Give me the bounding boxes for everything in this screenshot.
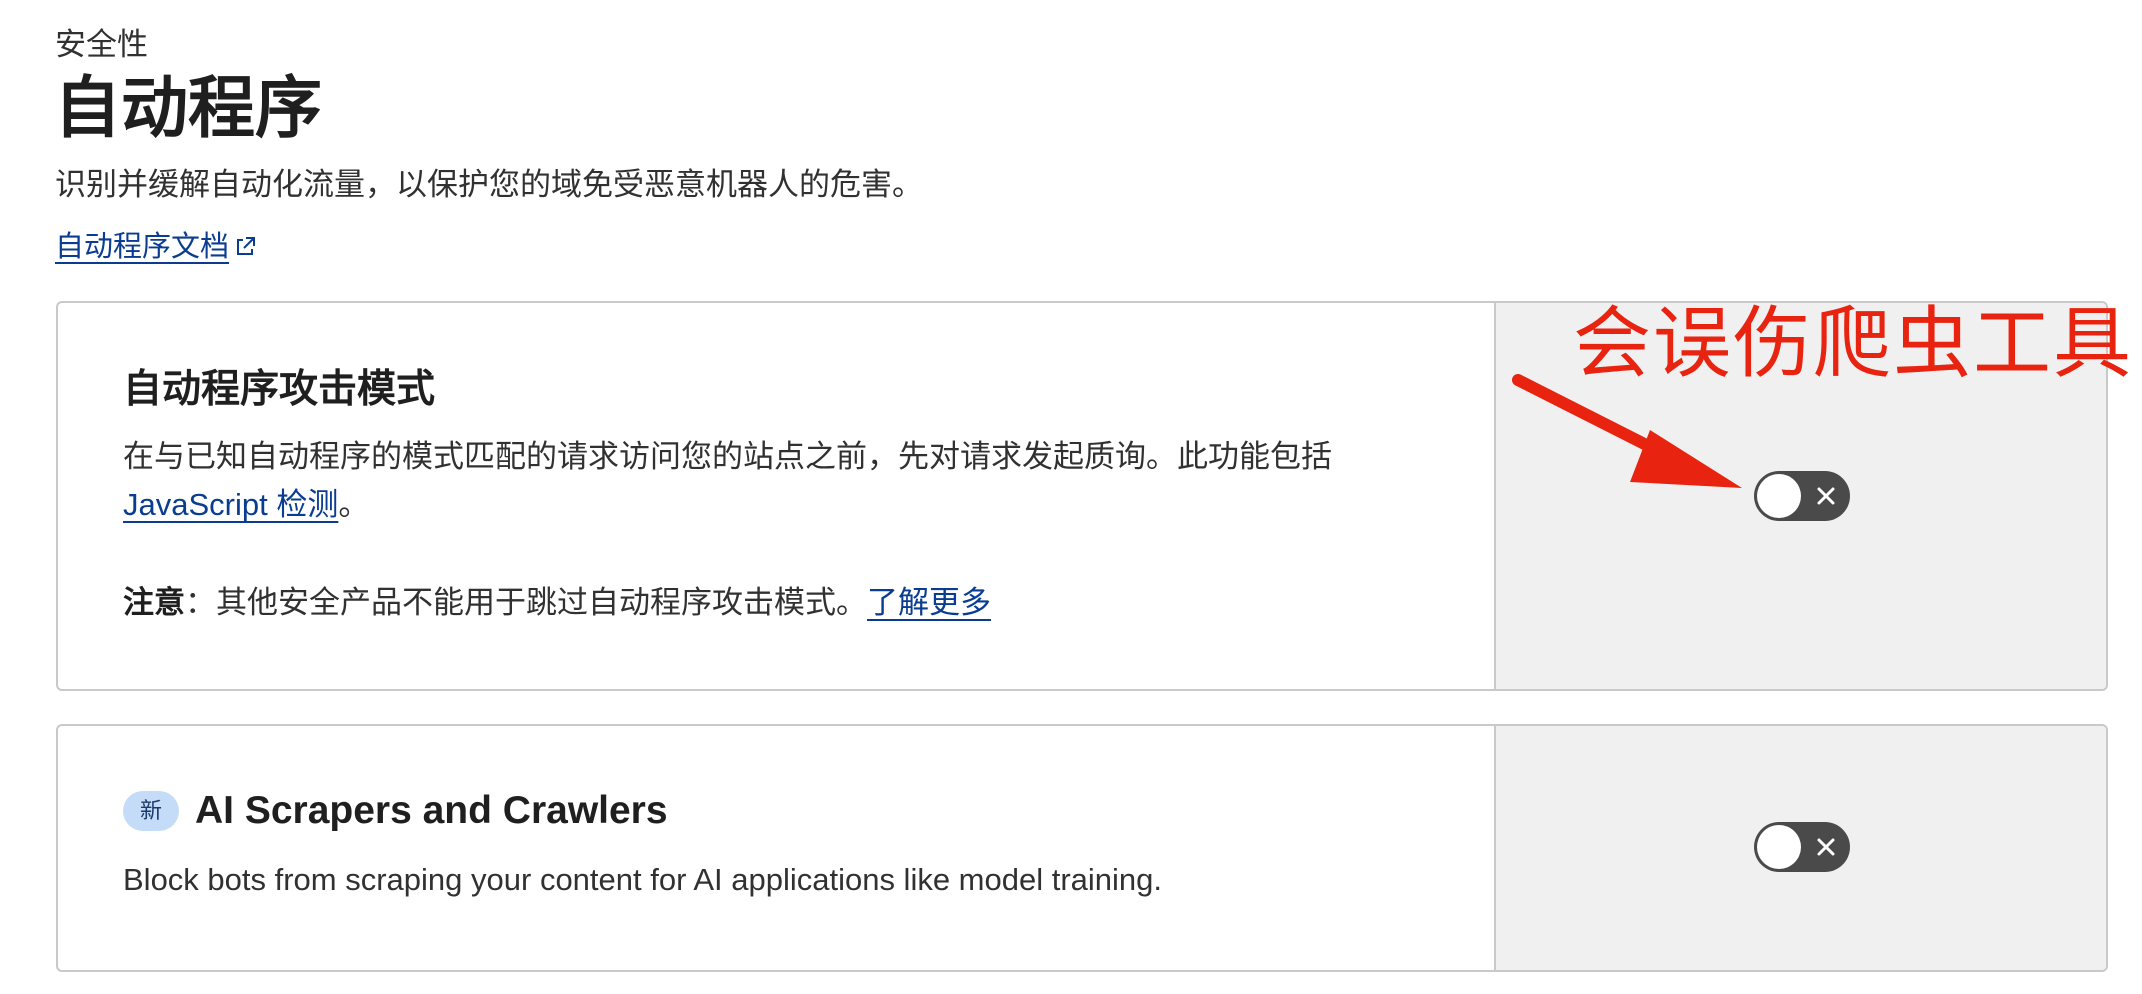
card-title: 自动程序攻击模式 xyxy=(123,368,436,411)
card-title: AI Scrapers and Crawlers xyxy=(195,789,668,832)
page-description: 识别并缓解自动化流量，以保护您的域免受恶意机器人的危害。 xyxy=(55,167,923,202)
card-note: 注意：其他安全产品不能用于跳过自动程序攻击模式。了解更多 xyxy=(123,579,991,627)
note-separator: ： xyxy=(185,585,216,620)
ai-scrapers-card: 新 AI Scrapers and Crawlers Block bots fr… xyxy=(56,724,2108,972)
note-text: 其他安全产品不能用于跳过自动程序攻击模式。 xyxy=(216,585,867,620)
ai-scrapers-toggle[interactable] xyxy=(1754,822,1850,872)
learn-more-link[interactable]: 了解更多 xyxy=(867,585,991,620)
card-description: 在与已知自动程序的模式匹配的请求访问您的站点之前，先对请求发起质询。此功能包括 … xyxy=(123,433,1483,529)
toggle-knob xyxy=(1757,474,1801,518)
card-description: Block bots from scraping your content fo… xyxy=(123,862,1163,897)
new-badge: 新 xyxy=(123,791,179,831)
page-title: 自动程序 xyxy=(54,71,322,146)
card-description-suffix: 。 xyxy=(338,487,370,522)
external-link-icon[interactable] xyxy=(233,235,257,259)
close-icon xyxy=(1817,838,1835,856)
card-toggle-panel xyxy=(1494,726,2106,970)
toggle-knob xyxy=(1757,825,1801,869)
docs-link[interactable]: 自动程序文档 xyxy=(55,227,229,267)
note-label: 注意 xyxy=(123,585,185,620)
breadcrumb: 安全性 xyxy=(55,27,148,62)
page: 安全性 自动程序 识别并缓解自动化流量，以保护您的域免受恶意机器人的危害。 自动… xyxy=(0,0,2142,994)
javascript-detection-link[interactable]: JavaScript 检测 xyxy=(123,487,338,522)
close-icon xyxy=(1817,487,1835,505)
card-description-text: 在与已知自动程序的模式匹配的请求访问您的站点之前，先对请求发起质询。此功能包括 xyxy=(123,439,1332,474)
annotation-arrow-icon xyxy=(1512,374,1742,488)
bot-fight-mode-toggle[interactable] xyxy=(1754,471,1850,521)
